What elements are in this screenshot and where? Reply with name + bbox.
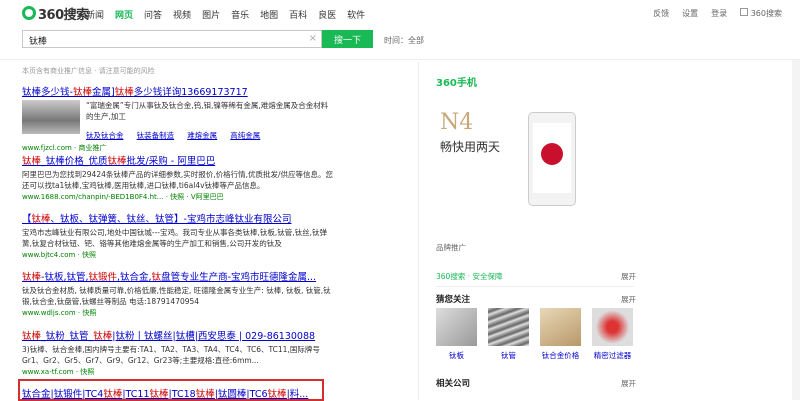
- user-menu[interactable]: 360搜索: [740, 8, 782, 19]
- sitelink[interactable]: 难熔金属: [187, 131, 217, 140]
- nav-map[interactable]: 地图: [260, 8, 278, 21]
- sitelink[interactable]: 高纯金属: [230, 131, 260, 140]
- expand-link[interactable]: 展开: [621, 294, 636, 305]
- ad-notice: 本页含有商业推广信息 · 请注意可能的风险: [22, 67, 155, 75]
- result-4: 钛棒-钛板,钛管,钛锻件,钛合金,钛盘管专业生产商-宝鸡市旺德隆金属... 钛及…: [22, 269, 334, 318]
- search-box[interactable]: 钛棒 ×: [22, 30, 322, 48]
- flower-icon: [541, 143, 563, 165]
- nav-images[interactable]: 图片: [202, 8, 220, 21]
- expand-link[interactable]: 展开: [621, 271, 636, 282]
- feedback-link[interactable]: 反馈: [653, 8, 669, 19]
- top-bar: 360搜索 新闻 网页 问答 视频 图片 音乐 地图 百科 良医 软件 反馈 设…: [0, 0, 800, 26]
- logo-text: 360搜索: [38, 7, 89, 23]
- safety-badge[interactable]: 360搜索 · 安全保障: [436, 271, 502, 282]
- logo[interactable]: 360搜索: [22, 4, 89, 23]
- separator: [436, 286, 634, 287]
- result-thumbnail[interactable]: [22, 100, 80, 134]
- sitelink[interactable]: 钛装备制造: [137, 131, 175, 140]
- ti-alloy-image: [540, 308, 581, 346]
- rec-title: 猜您关注: [436, 295, 471, 305]
- top-right-links: 反馈 设置 登录 360搜索: [640, 8, 782, 19]
- result-title[interactable]: 【钛棒、钛板、钛弹簧、钛丝、钛管】-宝鸡市志峰钛业有限公司: [22, 211, 334, 225]
- result-1: 钛棒多少钱-钛棒金属]钛棒多少钱详询13669173717 “富瑞金属”专门从事…: [22, 84, 334, 153]
- nav-news[interactable]: 新闻: [86, 8, 104, 21]
- result-desc: 钛及钛合金材质, 钛棒质量可靠,价格低廉,性能稳定, 旺德隆金属专业生产: 钛棒…: [22, 286, 331, 306]
- result-desc: 3)钛棒、钛合金棒,国内牌号主要有:TA1、TA2、TA3、TA4、TC4、TC…: [22, 345, 320, 365]
- nav-web[interactable]: 网页: [115, 8, 133, 21]
- time-filter[interactable]: 时间：全部: [384, 35, 424, 46]
- expand-link[interactable]: 展开: [621, 378, 636, 389]
- rec-card[interactable]: 精密过滤器: [592, 308, 633, 361]
- result-url: www.bjtc4.com · 快照: [22, 251, 97, 259]
- scrollbar[interactable]: [792, 60, 800, 400]
- highlight-box: [18, 379, 324, 401]
- result-title[interactable]: 钛棒-钛板,钛管,钛锻件,钛合金,钛盘管专业生产商-宝鸡市旺德隆金属...: [22, 269, 334, 283]
- qr-code-icon: [740, 8, 749, 16]
- ad-logo: 360手机: [436, 78, 477, 89]
- result-title[interactable]: 钛棒_钛棒价格_优质钛棒批发/采购 - 阿里巴巴: [22, 153, 334, 167]
- nav-bar: 新闻 网页 问答 视频 图片 音乐 地图 百科 良医 软件: [86, 8, 376, 21]
- nav-health[interactable]: 良医: [318, 8, 336, 21]
- logo-ring-icon: [22, 6, 36, 20]
- user-label: 360搜索: [750, 9, 782, 18]
- result-title[interactable]: 钛棒多少钱-钛棒金属]钛棒多少钱详询13669173717: [22, 84, 334, 98]
- result-url: www.1688.com/chanpin/-BED1B0F4.ht... · 快…: [22, 193, 224, 201]
- column-divider: [418, 62, 419, 400]
- brand-ad[interactable]: 360手机 N4 畅快用两天: [436, 74, 596, 234]
- result-url: www.xa-tf.com · 快照: [22, 368, 95, 376]
- result-5: 钛棒_钛粉_钛管_钛棒|钛粉丨钛螺丝|钛槽|西安思泰 | 029-8613008…: [22, 328, 334, 377]
- nav-video[interactable]: 视频: [173, 8, 191, 21]
- result-2: 钛棒_钛棒价格_优质钛棒批发/采购 - 阿里巴巴 阿里巴巴为您找到29424条钛…: [22, 153, 334, 202]
- result-title[interactable]: 钛棒_钛粉_钛管_钛棒|钛粉丨钛螺丝|钛槽|西安思泰 | 029-8613008…: [22, 328, 334, 342]
- filter-image: [592, 308, 633, 346]
- result-3: 【钛棒、钛板、钛弹簧、钛丝、钛管】-宝鸡市志峰钛业有限公司 宝鸡市志峰钛业有限公…: [22, 211, 334, 260]
- search-button[interactable]: 搜一下: [322, 30, 373, 48]
- settings-link[interactable]: 设置: [682, 8, 698, 19]
- nav-music[interactable]: 音乐: [231, 8, 249, 21]
- ti-tube-image: [488, 308, 529, 346]
- sitelink[interactable]: 钛及钛合金: [86, 131, 124, 140]
- result-desc: 宝鸡市志峰钛业有限公司,地处中国钛城---宝鸡。我司专业从事各类钛棒,钛板,钛管…: [22, 228, 328, 248]
- related-title: 相关公司: [436, 379, 471, 389]
- phone-image: [528, 112, 576, 206]
- ti-plate-image: [436, 308, 477, 346]
- login-link[interactable]: 登录: [711, 8, 727, 19]
- header-divider: [0, 59, 800, 60]
- ad-model: N4: [440, 110, 474, 135]
- rec-cards: 钛板 钛管 钛合金价格 精密过滤器: [436, 308, 644, 361]
- clear-icon[interactable]: ×: [309, 33, 317, 44]
- ad-slogan: 畅快用两天: [440, 140, 501, 154]
- result-url: www.wdljs.com · 快照: [22, 309, 97, 317]
- result-url: www.fjzcl.com · 商业推广: [22, 144, 107, 152]
- rec-card[interactable]: 钛板: [436, 308, 477, 361]
- nav-qa[interactable]: 问答: [144, 8, 162, 21]
- rec-card[interactable]: 钛管: [488, 308, 529, 361]
- result-desc: 阿里巴巴为您找到29424条钛棒产品的详细参数,实时报价,价格行情,优质批发/供…: [22, 170, 334, 190]
- nav-baike[interactable]: 百科: [289, 8, 307, 21]
- nav-software[interactable]: 软件: [347, 8, 365, 21]
- rec-card[interactable]: 钛合金价格: [540, 308, 581, 361]
- search-input[interactable]: 钛棒: [29, 34, 47, 47]
- ad-label: 品牌推广: [436, 243, 466, 252]
